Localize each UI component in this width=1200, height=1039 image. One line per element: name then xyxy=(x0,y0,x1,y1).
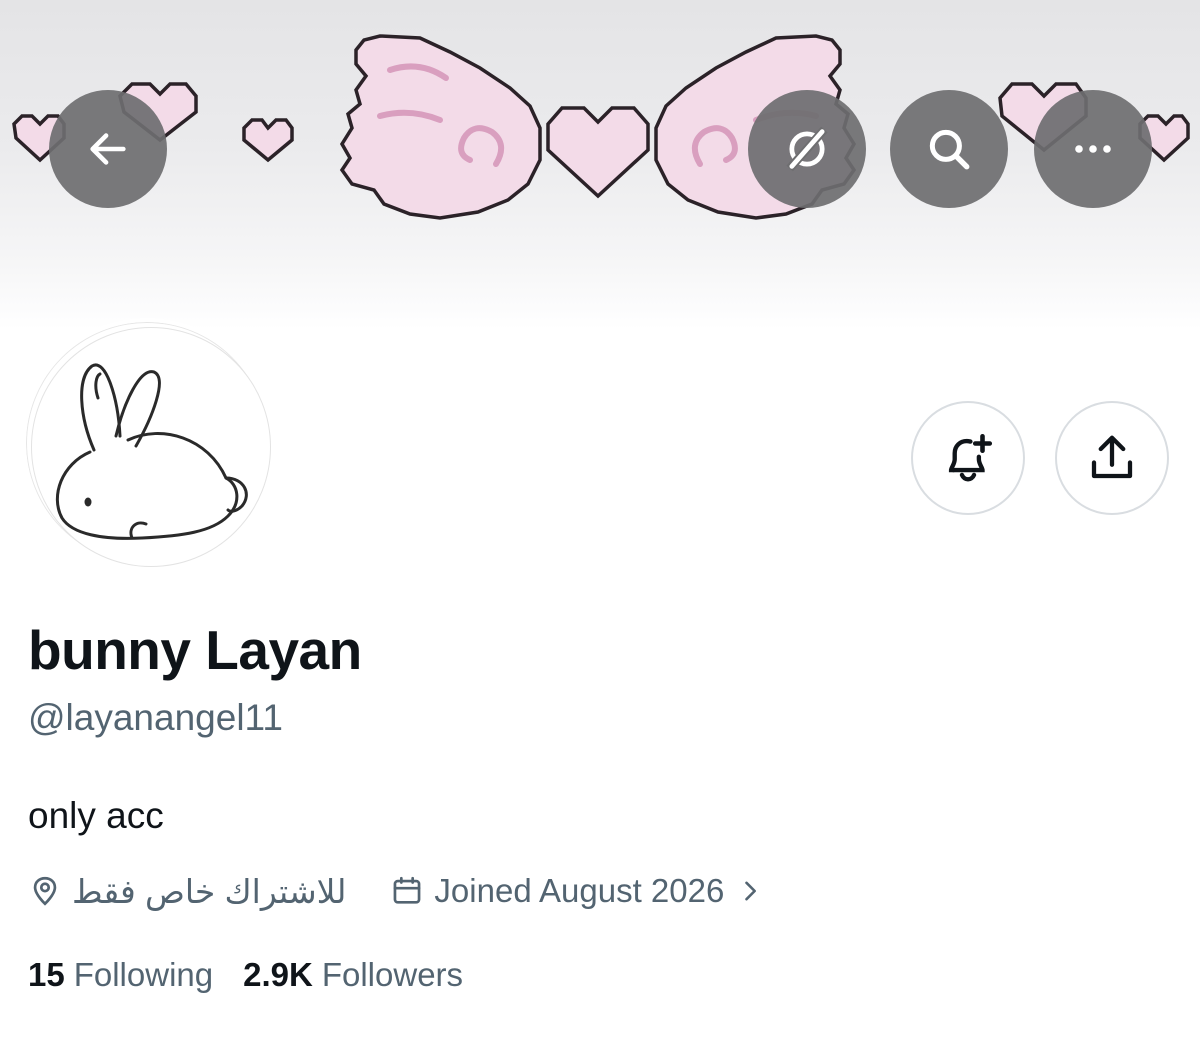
grok-icon xyxy=(786,126,828,172)
location: للاشتراك خاص فقط xyxy=(28,872,346,911)
share-button[interactable] xyxy=(1055,401,1169,515)
user-handle: @layanangel11 xyxy=(28,697,283,738)
back-button[interactable] xyxy=(49,90,167,208)
following-count: 15 xyxy=(28,956,65,993)
grok-button[interactable] xyxy=(748,90,866,208)
bell-plus-icon xyxy=(948,433,993,482)
more-horizontal-icon xyxy=(1075,145,1111,153)
location-text: للاشتراك خاص فقط xyxy=(72,872,347,910)
follow-stats: 15 Following 2.9K Followers xyxy=(28,956,463,994)
avatar[interactable] xyxy=(22,318,272,568)
search-button[interactable] xyxy=(890,90,1008,208)
followers-label: Followers xyxy=(321,956,464,993)
arrow-left-icon xyxy=(90,133,126,165)
following-label: Following xyxy=(73,956,214,993)
location-pin-icon xyxy=(33,876,57,906)
more-button[interactable] xyxy=(1034,90,1152,208)
display-name: bunny Layan xyxy=(28,619,362,681)
followers-count: 2.9K xyxy=(243,956,313,993)
profile-banner[interactable]: .px{fill:#f3dbe8;stroke:#2b2228;stroke-w… xyxy=(0,0,1200,330)
notifications-button[interactable] xyxy=(911,401,1025,515)
join-date[interactable]: Joined August 2026 xyxy=(390,872,764,910)
join-date-text: Joined August 2026 xyxy=(434,872,725,909)
bunny-avatar-image xyxy=(55,363,248,540)
search-icon xyxy=(929,129,970,170)
angel-wings-hearts-banner-art: .px{fill:#f3dbe8;stroke:#2b2228;stroke-w… xyxy=(12,34,1190,220)
calendar-icon xyxy=(394,876,421,904)
profile-meta: للاشتراك خاص فقط Joined August 2026 xyxy=(28,866,764,916)
following-link[interactable]: 15 Following xyxy=(28,956,213,994)
share-upload-icon xyxy=(1091,435,1133,479)
chevron-right-icon xyxy=(745,881,757,901)
bio: only acc xyxy=(28,795,164,836)
followers-link[interactable]: 2.9K Followers xyxy=(243,956,463,994)
